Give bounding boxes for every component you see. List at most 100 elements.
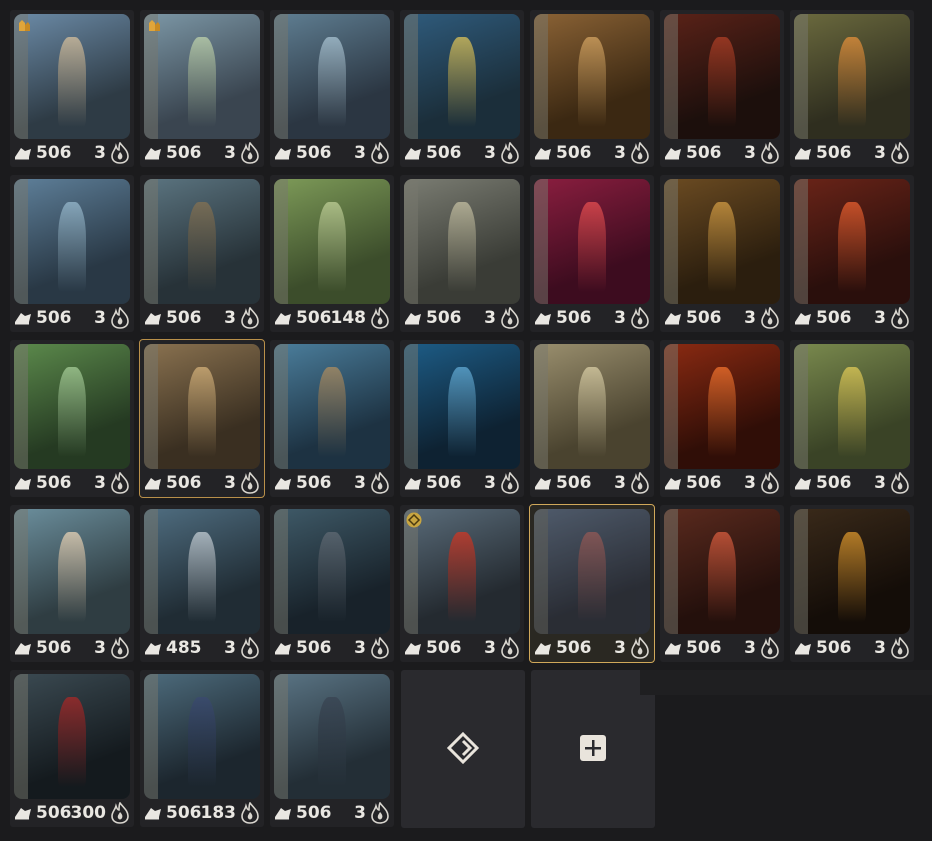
character-card[interactable]: 506 3 — [790, 505, 914, 662]
character-card[interactable]: 506 3 — [400, 175, 524, 332]
character-card[interactable]: 506 183 — [140, 670, 264, 827]
flame-icon — [240, 471, 260, 494]
character-card[interactable]: 506 3 — [270, 10, 394, 167]
character-card[interactable]: 506 3 — [790, 175, 914, 332]
portrait-backdrop — [534, 14, 548, 139]
character-card[interactable]: 506 3 — [530, 175, 654, 332]
count-value: 3 — [614, 308, 626, 328]
level-icon — [403, 310, 423, 326]
character-card[interactable]: 506 3 — [660, 10, 784, 167]
level-icon — [663, 475, 683, 491]
character-figure — [188, 201, 216, 292]
level-value: 485 — [166, 638, 202, 658]
flame-icon — [890, 636, 910, 659]
level-value: 506 — [556, 473, 592, 493]
character-card[interactable]: 506 3 — [140, 175, 264, 332]
character-portrait — [274, 344, 390, 469]
level-icon — [533, 145, 553, 161]
character-card[interactable]: 506 3 — [790, 340, 914, 497]
flame-icon — [890, 471, 910, 494]
character-figure — [708, 201, 736, 292]
character-portrait — [664, 509, 780, 634]
character-portrait — [274, 509, 390, 634]
character-card[interactable]: 506 3 — [400, 505, 524, 662]
character-card[interactable]: 506 3 — [400, 340, 524, 497]
level-value: 506 — [166, 143, 202, 163]
character-card[interactable]: 506 3 — [10, 10, 134, 167]
character-card[interactable]: 506 3 — [529, 504, 655, 663]
character-card[interactable]: 506 3 — [790, 10, 914, 167]
level-value: 506 — [556, 638, 592, 658]
level-value: 506 — [556, 143, 592, 163]
character-stats: 506 3 — [270, 140, 394, 166]
character-card[interactable]: 506 3 — [10, 175, 134, 332]
character-card[interactable]: 506 3 — [140, 10, 264, 167]
character-portrait — [404, 179, 520, 304]
character-portrait — [664, 344, 780, 469]
count-value: 3 — [224, 308, 236, 328]
character-grid: 506 3 506 3 506 3 506 3 506 3 506 3 506 3 506 3 506 3 506 1… — [0, 0, 932, 841]
character-card[interactable]: 506 3 — [530, 340, 654, 497]
flame-icon — [760, 471, 780, 494]
character-portrait — [404, 344, 520, 469]
character-card[interactable]: 506 300 — [10, 670, 134, 827]
portrait-backdrop — [274, 509, 288, 634]
character-portrait — [794, 344, 910, 469]
level-icon — [143, 805, 163, 821]
character-stats: 506 3 — [10, 470, 134, 496]
character-card[interactable]: 485 3 — [140, 505, 264, 662]
sort-slot-button[interactable] — [401, 670, 525, 828]
add-slot-button[interactable] — [531, 670, 655, 828]
flame-icon — [630, 471, 650, 494]
flame-icon — [500, 636, 520, 659]
character-stats: 506 148 — [270, 305, 394, 331]
count-value: 3 — [94, 638, 106, 658]
character-portrait — [274, 14, 390, 139]
count-value: 3 — [94, 143, 106, 163]
level-icon — [13, 145, 33, 161]
character-stats: 506 3 — [270, 800, 394, 826]
character-stats: 506 3 — [140, 470, 264, 496]
level-value: 506 — [686, 143, 722, 163]
level-value: 506 — [36, 803, 72, 823]
character-figure — [838, 366, 866, 457]
character-card[interactable]: 506 3 — [270, 505, 394, 662]
character-figure — [578, 366, 606, 457]
character-card[interactable]: 506 3 — [400, 10, 524, 167]
level-value: 506 — [166, 803, 202, 823]
character-card[interactable]: 506 3 — [10, 340, 134, 497]
level-value: 506 — [816, 308, 852, 328]
level-value: 506 — [296, 473, 332, 493]
character-card[interactable]: 506 3 — [660, 505, 784, 662]
character-card[interactable]: 506 3 — [270, 340, 394, 497]
level-icon — [663, 310, 683, 326]
flame-icon — [370, 636, 390, 659]
character-card[interactable]: 506 3 — [139, 339, 265, 498]
character-stats: 506 3 — [660, 140, 784, 166]
character-card[interactable]: 506 3 — [270, 670, 394, 827]
character-stats: 506 3 — [10, 635, 134, 661]
character-card[interactable]: 506 3 — [660, 340, 784, 497]
character-card[interactable]: 506 3 — [10, 505, 134, 662]
flame-icon — [370, 306, 390, 329]
level-value: 506 — [556, 308, 592, 328]
character-card[interactable]: 506 3 — [660, 175, 784, 332]
flame-icon — [630, 141, 650, 164]
count-value: 3 — [94, 308, 106, 328]
portrait-backdrop — [144, 674, 158, 799]
level-icon — [273, 640, 293, 656]
character-stats: 506 3 — [270, 635, 394, 661]
character-card[interactable]: 506 148 — [270, 175, 394, 332]
character-figure — [318, 531, 346, 622]
character-card[interactable]: 506 3 — [530, 10, 654, 167]
count-value: 3 — [224, 638, 236, 658]
portrait-backdrop — [14, 674, 28, 799]
character-figure — [188, 531, 216, 622]
level-icon — [793, 640, 813, 656]
character-stats: 506 3 — [530, 470, 654, 496]
portrait-backdrop — [14, 344, 28, 469]
portrait-backdrop — [534, 509, 548, 634]
character-figure — [58, 36, 86, 127]
rarity-diamond-icon — [406, 512, 422, 528]
level-value: 506 — [36, 308, 72, 328]
